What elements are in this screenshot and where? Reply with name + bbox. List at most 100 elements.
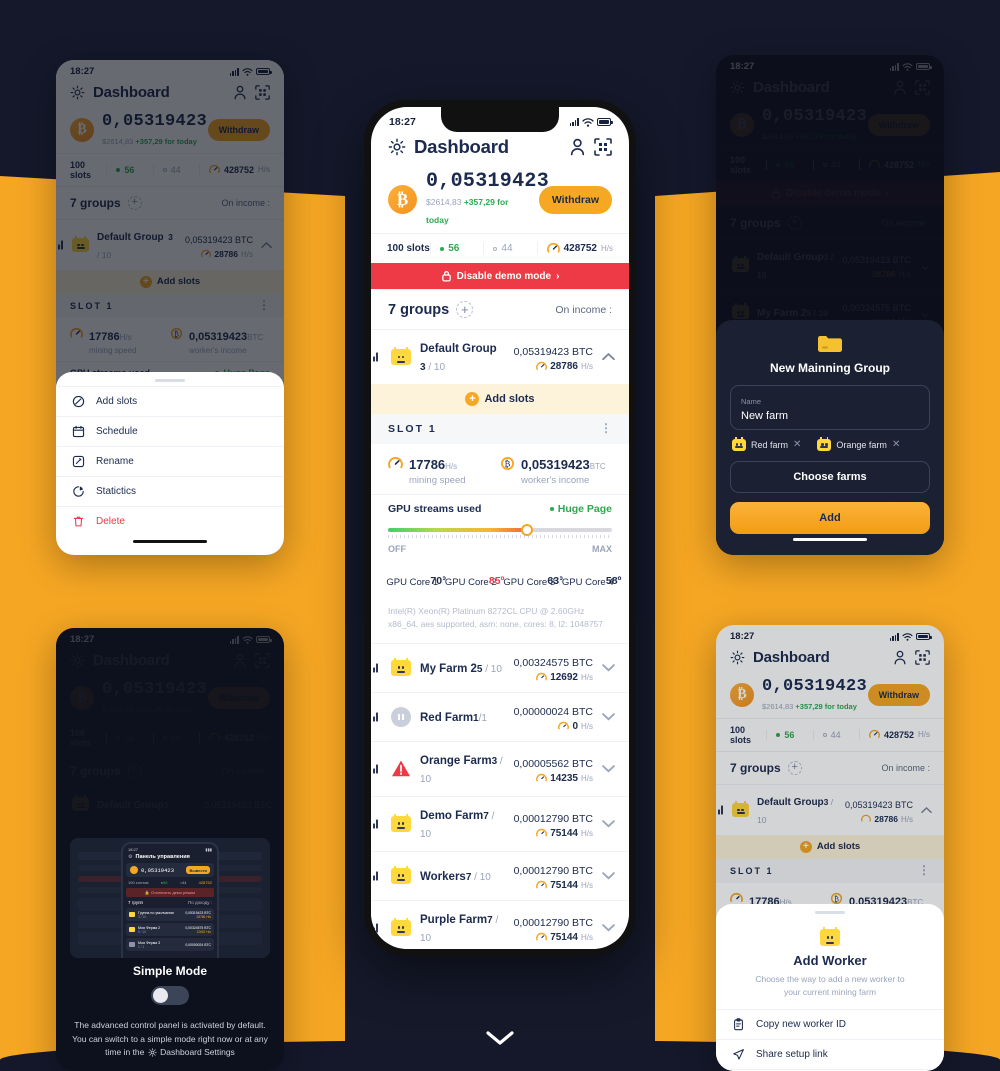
menu-item-copy-worker-id[interactable]: Copy new worker ID	[716, 1008, 944, 1039]
farm-row[interactable]: Purple Farm7 / 10 0,00012790 BTC 75144 H/s	[371, 899, 629, 949]
menu-item-statistics[interactable]: Statictics	[56, 475, 284, 506]
remove-chip-icon[interactable]: ✕	[892, 439, 900, 450]
chevron-down-icon[interactable]	[602, 867, 615, 885]
farm-name: Demo Farm	[420, 809, 484, 822]
profile-icon[interactable]	[569, 138, 586, 156]
preview-balance: 0,05319423	[141, 866, 175, 874]
battery-icon	[597, 118, 613, 126]
drag-handle-icon[interactable]	[373, 819, 378, 828]
phone-mockup-context-menu: 18:27 Dashboard ₿ 0,05319423 $2614,83 +3	[56, 60, 284, 555]
farm-chip[interactable]: Orange farm ✕	[817, 436, 900, 451]
drag-handle-icon[interactable]	[373, 764, 378, 773]
gpu-core-3[interactable]: GPU Core 3 63º	[500, 572, 563, 590]
chevron-down-icon[interactable]	[602, 815, 615, 833]
sheet-title: Add Worker	[793, 953, 867, 968]
sheet-grabber[interactable]	[815, 911, 845, 914]
chevron-down-icon[interactable]	[602, 708, 615, 726]
slider-knob[interactable]	[520, 524, 533, 536]
drag-handle-icon[interactable]	[373, 352, 378, 362]
farm-name: My Farm 2	[420, 662, 477, 675]
farm-row[interactable]: My Farm 25 / 10 0,00324575 BTC 12692 H/s	[371, 642, 629, 692]
phone-notch	[441, 107, 559, 132]
farm-chip[interactable]: Red farm ✕	[732, 436, 801, 451]
menu-item-add-slots[interactable]: Add slots	[56, 385, 284, 416]
preview-withdraw[interactable]: Вывести	[186, 866, 210, 874]
gpu-cores: GPU Core 1 70º GPU Core 2 85º GPU Core 3…	[371, 564, 629, 600]
menu-item-rename[interactable]: Rename	[56, 445, 284, 476]
farm-name: Workers	[420, 870, 466, 883]
gear-icon[interactable]	[388, 138, 406, 156]
farm-row[interactable]: Workers7 / 10 0,00012790 BTC 75144 H/s	[371, 850, 629, 900]
chevron-down-icon[interactable]	[602, 760, 615, 778]
farm-row[interactable]: Demo Farm7 / 10 0,00012790 BTC 75144 H/s	[371, 795, 629, 851]
drag-handle-icon[interactable]	[373, 923, 378, 932]
preview-title: Панель управления	[135, 854, 190, 860]
sort-selector[interactable]: On income :	[555, 304, 612, 316]
farm-name: Red Farm	[420, 711, 474, 724]
group-name-field[interactable]: Name New farm	[730, 384, 930, 430]
dashboard-settings-link[interactable]: Dashboard Settings	[160, 1047, 235, 1057]
chevron-down-icon[interactable]	[602, 659, 615, 677]
add-slots-button[interactable]: + Add slots	[371, 384, 629, 414]
svg-text:₿: ₿	[505, 459, 511, 469]
mining-speed-stat: 17786H/s mining speed	[388, 456, 500, 486]
simple-mode-title: Simple Mode	[132, 964, 207, 979]
wifi-icon	[582, 117, 594, 127]
gpu-streams-section: GPU streams used Huge Page OFF MAX	[371, 494, 629, 564]
slider-min-label: OFF	[388, 544, 406, 554]
speedometer-icon	[536, 880, 548, 889]
chip-icon	[391, 813, 411, 832]
chevron-down-icon[interactable]	[602, 919, 615, 937]
demo-mode-banner[interactable]: Disable demo mode ›	[371, 263, 629, 289]
speedometer-icon	[536, 361, 548, 370]
pause-icon	[391, 706, 411, 727]
add-group-button[interactable]: +	[456, 301, 474, 318]
gpu-core-4[interactable]: GPU Core 4 58º	[558, 572, 621, 590]
drag-handle-icon[interactable]	[373, 663, 378, 672]
chevron-right-icon: ›	[556, 270, 560, 282]
remove-chip-icon[interactable]: ✕	[793, 439, 801, 450]
sheet-grabber[interactable]	[155, 378, 185, 382]
group-row-default[interactable]: Default Group 3 / 10 0,05319423 BTC 2878…	[371, 329, 629, 384]
choose-farms-button[interactable]: Choose farms	[730, 460, 930, 493]
farm-row[interactable]: Red Farm1/1 0,00000024 BTC 0 H/s	[371, 691, 629, 741]
edit-icon	[72, 455, 85, 467]
demo-banner-label: Disable demo mode	[456, 270, 552, 282]
gpu-core-1[interactable]: GPU Core 1 70º	[383, 572, 446, 590]
speedometer-icon	[546, 242, 560, 253]
chip-icon	[391, 865, 411, 884]
signal-icon	[569, 118, 579, 126]
menu-item-share-setup-link[interactable]: Share setup link	[716, 1038, 944, 1069]
balance-amount: 0,05319423	[426, 170, 550, 193]
chevron-up-icon[interactable]	[602, 348, 615, 366]
withdraw-button[interactable]: Withdraw	[538, 185, 612, 214]
send-icon	[733, 1048, 744, 1060]
gpu-slider[interactable]	[388, 524, 612, 538]
speedometer-icon	[558, 721, 570, 730]
calendar-icon	[72, 425, 85, 437]
group-name: Default Group	[420, 343, 497, 355]
speedometer-icon	[536, 773, 548, 782]
cpu-info: Intel(R) Xeon(R) Platinum 8272CL CPU @ 2…	[371, 600, 629, 643]
add-group-submit-button[interactable]: Add	[730, 501, 930, 534]
menu-item-schedule[interactable]: Schedule	[56, 415, 284, 446]
gpu-core-2[interactable]: GPU Core 2 85º	[441, 572, 504, 590]
app-header: Dashboard	[371, 130, 629, 169]
slot-menu-button[interactable]: ⋮	[600, 422, 612, 434]
slider-max-label: MAX	[592, 544, 612, 554]
drag-handle-icon[interactable]	[373, 712, 378, 721]
bitcoin-outline-icon: ₿	[501, 457, 514, 470]
modal-title: New Mainning Group	[770, 360, 890, 375]
new-group-modal: New Mainning Group Name New farm Red far…	[716, 319, 944, 555]
simple-mode-toggle[interactable]	[151, 986, 189, 1006]
scroll-down-chevron-icon[interactable]	[485, 1030, 515, 1046]
group-btc: 0,05319423 BTC	[513, 346, 593, 358]
qr-scan-icon[interactable]	[594, 138, 612, 156]
drag-handle-icon[interactable]	[373, 871, 378, 880]
add-worker-sheet: Add Worker Choose the way to add a new w…	[716, 904, 944, 1071]
menu-item-delete[interactable]: Delete	[56, 505, 284, 536]
home-indicator	[793, 537, 867, 541]
online-workers: 56	[430, 243, 483, 254]
farm-row[interactable]: Orange Farm3 / 10 0,00005562 BTC 14235 H/s	[371, 740, 629, 796]
sheet-description: Choose the way to add a new worker to you…	[755, 974, 905, 997]
